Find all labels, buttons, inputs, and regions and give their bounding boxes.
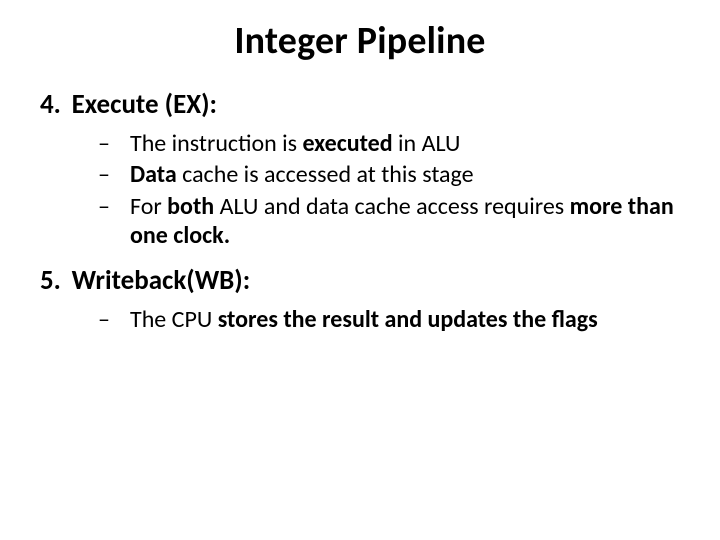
text: For [130, 192, 167, 221]
text: ALU and data cache access requires [214, 192, 569, 221]
slide: Integer Pipeline 4. Execute (EX): The in… [0, 0, 720, 540]
text: in ALU [393, 129, 461, 158]
item-number: 5. [40, 264, 68, 297]
ordered-list: 4. Execute (EX): The instruction is exec… [40, 88, 680, 334]
sub-item: For both ALU and data cache access requi… [98, 192, 680, 251]
bold-text: both [167, 192, 214, 221]
item-headline: Execute (EX): [72, 88, 217, 121]
text: cache is accessed at this stage [177, 160, 474, 189]
sub-item: The CPU stores the result and updates th… [98, 305, 680, 334]
item-headline: Writeback(WB): [72, 264, 251, 297]
sub-list: The CPU stores the result and updates th… [40, 305, 680, 334]
sub-item: The instruction is executed in ALU [98, 129, 680, 158]
list-item-writeback: 5. Writeback(WB): The CPU stores the res… [40, 264, 680, 334]
bold-text: executed [302, 129, 392, 158]
sub-item: Data cache is accessed at this stage [98, 160, 680, 189]
bold-text: stores the result and updates the flags [218, 305, 598, 334]
text: The instruction is [130, 129, 302, 158]
list-item-execute: 4. Execute (EX): The instruction is exec… [40, 88, 680, 250]
item-number: 4. [40, 88, 68, 121]
text: The CPU [130, 305, 218, 334]
sub-list: The instruction is executed in ALU Data … [40, 129, 680, 250]
bold-text: Data [130, 160, 177, 189]
slide-title: Integer Pipeline [40, 18, 680, 64]
